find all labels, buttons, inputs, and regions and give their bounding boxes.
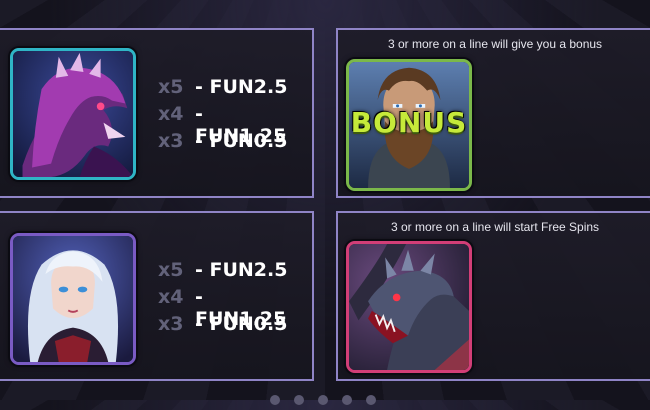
multiplier: x3 bbox=[158, 130, 184, 152]
page-indicator bbox=[270, 392, 390, 410]
multiplier: x4 bbox=[158, 286, 184, 308]
paytable-panel-sorceress: x5 - FUN2.5 x4 - FUN1.25 x3 - FUN0.5 bbox=[0, 211, 314, 381]
paytable-panel-free-spins: 3 or more on a line will start Free Spin… bbox=[336, 211, 650, 381]
paytable-panel-bonus: 3 or more on a line will give you a bonu… bbox=[336, 28, 650, 198]
payout-list: x5 - FUN2.5 x4 - FUN1.25 x3 - FUN0.5 bbox=[158, 76, 298, 157]
payout-row: x3 - FUN0.5 bbox=[158, 130, 298, 157]
payout-value: - FUN0.5 bbox=[195, 313, 288, 335]
black-dragon-icon bbox=[346, 241, 472, 373]
payout-row: x4 - FUN1.25 bbox=[158, 103, 298, 147]
multiplier: x4 bbox=[158, 103, 184, 125]
free-spins-caption: 3 or more on a line will start Free Spin… bbox=[390, 220, 600, 234]
multiplier: x5 bbox=[158, 76, 184, 98]
page-dot[interactable] bbox=[294, 395, 304, 405]
page-dot[interactable] bbox=[366, 395, 376, 405]
payout-row: x4 - FUN1.25 bbox=[158, 286, 298, 330]
page-dot[interactable] bbox=[342, 395, 352, 405]
paytable-panel-dragon-purple: x5 - FUN2.5 x4 - FUN1.25 x3 - FUN0.5 bbox=[0, 28, 314, 198]
multiplier: x3 bbox=[158, 313, 184, 335]
silver-haired-sorceress-icon bbox=[10, 233, 136, 365]
payout-list: x5 - FUN2.5 x4 - FUN1.25 x3 - FUN0.5 bbox=[158, 259, 298, 340]
multiplier: x5 bbox=[158, 259, 184, 281]
page-dot[interactable] bbox=[270, 395, 280, 405]
payout-value: - FUN0.5 bbox=[195, 130, 288, 152]
payout-row: x3 - FUN0.5 bbox=[158, 313, 298, 340]
purple-dragon-icon bbox=[10, 48, 136, 180]
bonus-badge: BONUS bbox=[350, 106, 468, 139]
page-dot[interactable] bbox=[318, 395, 328, 405]
payout-value: - FUN2.5 bbox=[195, 259, 288, 281]
payout-row: x5 - FUN2.5 bbox=[158, 76, 298, 103]
payout-value: - FUN2.5 bbox=[195, 76, 288, 98]
payout-row: x5 - FUN2.5 bbox=[158, 259, 298, 286]
bonus-caption: 3 or more on a line will give you a bonu… bbox=[387, 37, 603, 51]
